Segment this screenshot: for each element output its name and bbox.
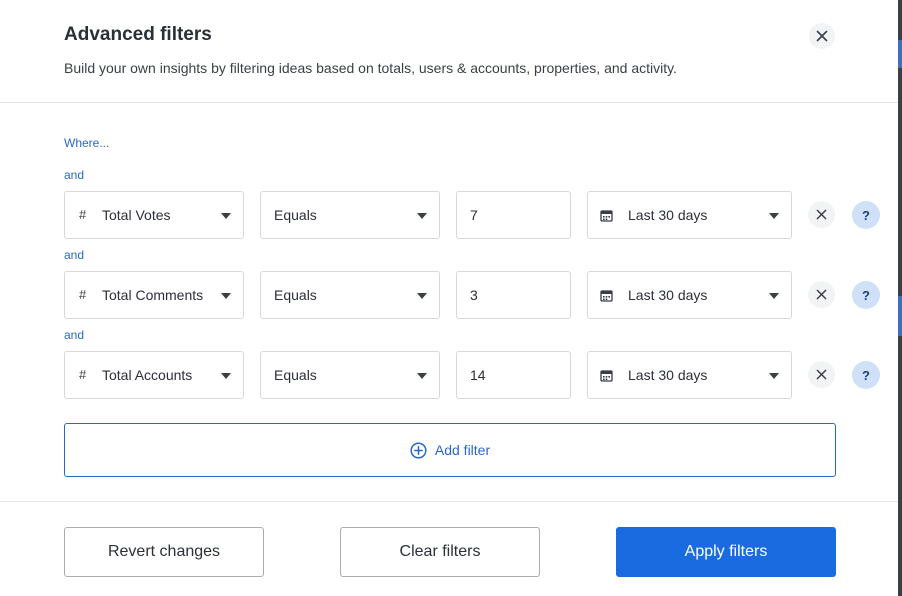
dialog-subtitle: Build your own insights by filtering ide… bbox=[64, 60, 677, 76]
remove-filter-button[interactable] bbox=[808, 361, 835, 388]
calendar-icon bbox=[600, 210, 613, 222]
operator-label: Equals bbox=[274, 367, 317, 383]
add-filter-label: Add filter bbox=[434, 442, 491, 458]
remove-filter-button[interactable] bbox=[808, 281, 835, 308]
clear-filters-button[interactable]: Clear filters bbox=[340, 527, 540, 577]
operator-label: Equals bbox=[274, 287, 317, 303]
close-icon bbox=[816, 30, 828, 42]
metric-select[interactable]: # Total Votes bbox=[64, 191, 244, 239]
caret-down-icon bbox=[769, 293, 779, 299]
close-dialog-button[interactable] bbox=[809, 23, 835, 49]
hash-icon: # bbox=[79, 367, 87, 382]
value-input[interactable]: 7 bbox=[456, 191, 571, 239]
caret-down-icon bbox=[221, 373, 231, 379]
filter-row-2: # Total Comments Equals 3 Last 30 days ? bbox=[0, 271, 898, 319]
help-button[interactable]: ? bbox=[852, 281, 880, 309]
background-accent bbox=[898, 40, 902, 68]
operator-select[interactable]: Equals bbox=[260, 351, 440, 399]
calendar-icon bbox=[600, 290, 613, 302]
close-icon bbox=[816, 369, 827, 380]
close-icon bbox=[816, 289, 827, 300]
filter-row-3: # Total Accounts Equals 14 Last 30 days … bbox=[0, 351, 898, 399]
date-range-select[interactable]: Last 30 days bbox=[587, 351, 792, 399]
dialog-footer: Revert changes Clear filters Apply filte… bbox=[0, 501, 898, 596]
date-range-select[interactable]: Last 30 days bbox=[587, 271, 792, 319]
value-input[interactable]: 14 bbox=[456, 351, 571, 399]
caret-down-icon bbox=[769, 373, 779, 379]
metric-label: Total Accounts bbox=[102, 367, 193, 383]
filters-body: Where... and # Total Votes Equals 7 Last… bbox=[0, 103, 898, 501]
revert-changes-button[interactable]: Revert changes bbox=[64, 527, 264, 577]
date-range-select[interactable]: Last 30 days bbox=[587, 191, 792, 239]
value-input[interactable]: 3 bbox=[456, 271, 571, 319]
date-range-label: Last 30 days bbox=[628, 367, 708, 383]
and-label: and bbox=[64, 328, 85, 342]
caret-down-icon bbox=[417, 293, 427, 299]
close-icon bbox=[816, 209, 827, 220]
metric-select[interactable]: # Total Accounts bbox=[64, 351, 244, 399]
operator-label: Equals bbox=[274, 207, 317, 223]
operator-select[interactable]: Equals bbox=[260, 271, 440, 319]
operator-select[interactable]: Equals bbox=[260, 191, 440, 239]
calendar-icon bbox=[600, 370, 613, 382]
dialog-header: Advanced filters Build your own insights… bbox=[0, 0, 898, 103]
help-button[interactable]: ? bbox=[852, 361, 880, 389]
background-window-edge bbox=[898, 0, 902, 596]
caret-down-icon bbox=[417, 213, 427, 219]
metric-label: Total Votes bbox=[102, 207, 171, 223]
apply-filters-button[interactable]: Apply filters bbox=[616, 527, 836, 577]
caret-down-icon bbox=[417, 373, 427, 379]
plus-circle-icon bbox=[410, 441, 427, 459]
background-accent bbox=[898, 296, 902, 336]
hash-icon: # bbox=[79, 287, 87, 302]
dialog-title: Advanced filters bbox=[64, 24, 212, 45]
metric-label: Total Comments bbox=[102, 287, 204, 303]
remove-filter-button[interactable] bbox=[808, 201, 835, 228]
and-label: and bbox=[64, 168, 85, 182]
help-button[interactable]: ? bbox=[852, 201, 880, 229]
where-label: Where... bbox=[64, 136, 110, 150]
and-label: and bbox=[64, 248, 85, 262]
date-range-label: Last 30 days bbox=[628, 287, 708, 303]
caret-down-icon bbox=[221, 213, 231, 219]
metric-select[interactable]: # Total Comments bbox=[64, 271, 244, 319]
add-filter-button[interactable]: Add filter bbox=[64, 423, 836, 477]
caret-down-icon bbox=[769, 213, 779, 219]
filter-row-1: # Total Votes Equals 7 Last 30 days ? bbox=[0, 191, 898, 239]
date-range-label: Last 30 days bbox=[628, 207, 708, 223]
hash-icon: # bbox=[79, 207, 87, 222]
caret-down-icon bbox=[221, 293, 231, 299]
